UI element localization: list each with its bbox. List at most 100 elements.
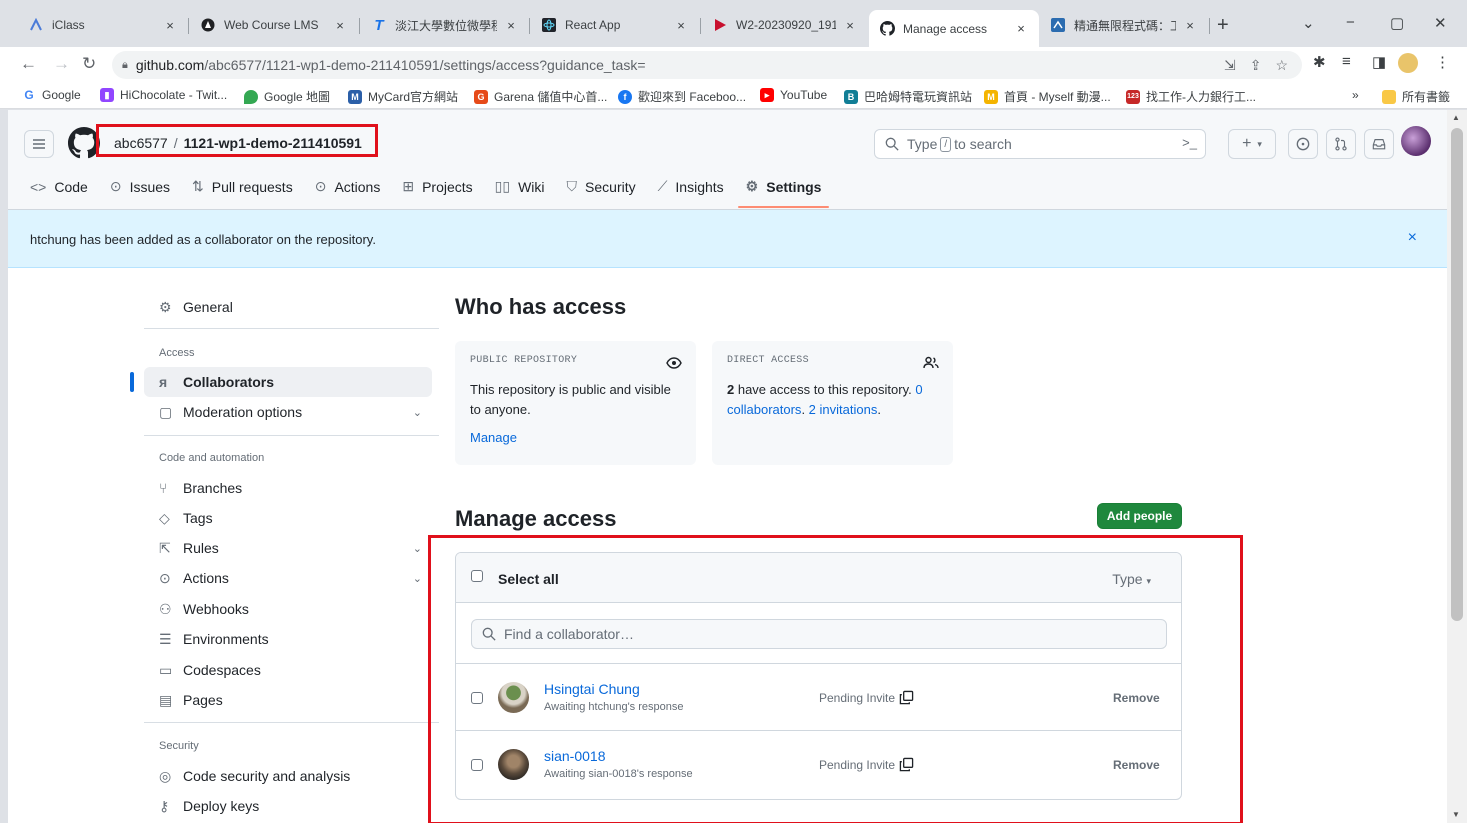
- bookmark-hichocolate[interactable]: ▮ HiChocolate - Twit...: [100, 88, 227, 102]
- close-icon[interactable]: ×: [1408, 229, 1417, 247]
- close-icon[interactable]: ×: [332, 18, 348, 33]
- sidebar-item-webhooks[interactable]: ⚇ Webhooks: [144, 594, 432, 624]
- search-input[interactable]: Type / to search >_: [874, 129, 1206, 159]
- sidebar-heading-access: Access: [159, 347, 195, 359]
- sidebar-item-tags[interactable]: ◇ Tags: [144, 503, 432, 533]
- profile-avatar[interactable]: [1398, 53, 1418, 73]
- sidebar-item-moderation[interactable]: ▢ Moderation options ⌄: [144, 397, 432, 427]
- bahamut-icon: B: [844, 89, 858, 104]
- back-icon[interactable]: ←: [20, 54, 37, 74]
- bookmark-mycard[interactable]: M MyCard官方網站: [348, 88, 458, 105]
- tab-issues[interactable]: ⊙ Issues: [110, 178, 170, 195]
- close-icon[interactable]: ×: [842, 18, 858, 33]
- bookmark-garena[interactable]: G Garena 儲值中心首...: [474, 88, 607, 105]
- close-icon[interactable]: ×: [673, 18, 689, 33]
- pull-requests-button[interactable]: [1326, 129, 1356, 159]
- sidebar-item-general[interactable]: ⚙ General: [144, 292, 432, 322]
- more-bookmarks-icon[interactable]: »: [1352, 88, 1359, 102]
- minimize-icon[interactable]: −: [1346, 14, 1355, 31]
- mycard-icon: M: [348, 89, 362, 104]
- bookmark-youtube[interactable]: ▸ YouTube: [760, 88, 827, 102]
- sidebar-item-rules[interactable]: ⇱ Rules ⌄: [144, 533, 432, 563]
- hamburger-menu-button[interactable]: [24, 130, 54, 158]
- address-bar[interactable]: 🔒︎ github.com/abc6577/1121-wp1-demo-2114…: [112, 51, 1302, 79]
- public-repository-card: PUBLIC REPOSITORY This repository is pub…: [455, 341, 696, 465]
- new-tab-button[interactable]: +: [1217, 14, 1229, 37]
- close-icon[interactable]: ×: [1182, 18, 1198, 33]
- sidebar-item-pages[interactable]: ▤ Pages: [144, 685, 432, 715]
- kebab-menu-icon[interactable]: ⋮: [1435, 53, 1450, 71]
- browser-tab-lms[interactable]: Web Course LMS ×: [190, 10, 358, 40]
- tab-code[interactable]: <> Code: [30, 178, 88, 195]
- reload-icon[interactable]: ↻: [82, 54, 96, 74]
- chevron-down-icon[interactable]: ⌄: [413, 572, 422, 585]
- bookmark-google[interactable]: G Google: [22, 88, 81, 102]
- comment-discussion-icon: ▢: [159, 403, 173, 420]
- add-people-button[interactable]: Add people: [1097, 503, 1182, 529]
- page-title: Who has access: [455, 294, 627, 319]
- garena-icon: G: [474, 89, 488, 104]
- side-panel-icon[interactable]: ◨: [1372, 53, 1386, 71]
- bookmark-jobbank[interactable]: 123 找工作-人力銀行工...: [1126, 88, 1256, 105]
- forward-icon[interactable]: →: [53, 54, 70, 74]
- invitations-count-link[interactable]: 2 invitations: [809, 402, 878, 417]
- key-icon: ⚷: [159, 797, 170, 814]
- maximize-icon[interactable]: ▢: [1390, 14, 1404, 32]
- tab-settings[interactable]: ⚙ Settings: [737, 178, 830, 208]
- inbox-button[interactable]: [1364, 129, 1394, 159]
- page-scrollbar[interactable]: ▲ ▼: [1447, 110, 1467, 823]
- lms-favicon-icon: [200, 17, 216, 33]
- command-palette-icon[interactable]: >_: [1182, 135, 1197, 150]
- browser-tab-iclass[interactable]: iClass ×: [18, 10, 188, 40]
- tab-actions[interactable]: ⊙ Actions: [315, 178, 381, 195]
- sidebar-item-branches[interactable]: ⑂ Branches: [144, 473, 432, 503]
- browser-tab-manage-access[interactable]: Manage access ×: [869, 10, 1039, 47]
- tku-favicon-icon: T: [374, 16, 384, 34]
- sidebar-item-deploy-keys[interactable]: ⚷ Deploy keys: [144, 791, 432, 821]
- user-avatar[interactable]: [1401, 126, 1431, 156]
- chevron-down-icon[interactable]: ⌄: [413, 542, 422, 555]
- tab-insights[interactable]: ⟋ Insights: [658, 178, 724, 195]
- chevron-down-icon[interactable]: ⌄: [413, 406, 422, 419]
- git-pull-request-icon: [1335, 137, 1347, 151]
- tab-pull-requests[interactable]: ⇅ Pull requests: [192, 178, 293, 195]
- window-close-icon[interactable]: ✕: [1434, 14, 1447, 32]
- bookmark-google-maps[interactable]: Google 地圖: [244, 88, 330, 105]
- sidebar-item-actions[interactable]: ⊙ Actions ⌄: [144, 563, 432, 593]
- create-new-button[interactable]: + ▾: [1228, 129, 1276, 159]
- tab-projects[interactable]: ⊞ Projects: [402, 178, 472, 195]
- tab-wiki[interactable]: ▯▯ Wiki: [495, 178, 545, 195]
- manage-visibility-link[interactable]: Manage: [470, 430, 681, 445]
- gear-icon: ⚙: [159, 298, 172, 315]
- tab-search-icon[interactable]: ⌄: [1302, 14, 1315, 32]
- all-bookmarks-folder[interactable]: 所有書籤: [1382, 88, 1450, 105]
- tab-security[interactable]: ⛉ Security: [567, 178, 636, 195]
- bookmark-bahamut[interactable]: B 巴哈姆特電玩資訊站: [844, 88, 972, 105]
- twitch-icon: ▮: [100, 88, 114, 102]
- github-favicon-icon: [879, 21, 895, 37]
- browser-tab-coding[interactable]: 精通無限程式碼：工程 ×: [1040, 10, 1208, 40]
- sidebar-heading-security: Security: [159, 740, 199, 752]
- scroll-up-icon[interactable]: ▲: [1452, 113, 1460, 122]
- close-icon[interactable]: ×: [503, 18, 519, 33]
- issues-button[interactable]: [1288, 129, 1318, 159]
- browser-tab-video[interactable]: W2-20230920_1913 ×: [702, 10, 868, 40]
- share-icon[interactable]: ⇪: [1250, 57, 1262, 74]
- bookmark-facebook[interactable]: f 歡迎來到 Faceboo...: [618, 88, 746, 105]
- close-icon[interactable]: ×: [162, 18, 178, 33]
- install-app-icon[interactable]: ⇲: [1224, 57, 1236, 74]
- bookmark-myself[interactable]: M 首頁 - Myself 動漫...: [984, 88, 1111, 105]
- bookmark-star-icon[interactable]: ☆: [1275, 57, 1288, 74]
- url-host: github.com: [135, 57, 205, 73]
- sidebar-item-code-security[interactable]: ◎ Code security and analysis: [144, 761, 432, 791]
- extensions-icon[interactable]: ✱: [1313, 53, 1326, 71]
- scroll-down-icon[interactable]: ▼: [1452, 810, 1460, 819]
- sidebar-item-codespaces[interactable]: ▭ Codespaces: [144, 655, 432, 685]
- browser-tab-tku[interactable]: T 淡江大學數位微學程 | ×: [361, 10, 529, 40]
- sidebar-item-environments[interactable]: ☰ Environments: [144, 624, 432, 654]
- browser-tab-react[interactable]: React App ×: [531, 10, 699, 40]
- reading-list-icon[interactable]: ≡: [1342, 53, 1351, 70]
- sidebar-item-collaborators[interactable]: ᴙ Collaborators: [130, 367, 432, 397]
- scrollbar-thumb[interactable]: [1451, 128, 1463, 621]
- close-icon[interactable]: ×: [1013, 21, 1029, 36]
